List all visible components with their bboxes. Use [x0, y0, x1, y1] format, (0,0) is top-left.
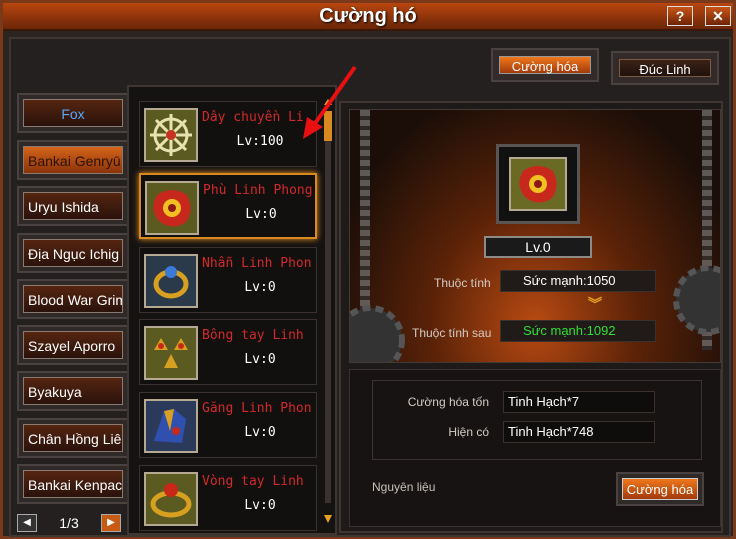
character-label: Địa Ngục Ichig — [23, 239, 123, 267]
character-label: Chân Hồng Liê — [23, 424, 123, 452]
character-label: Uryu Ishida — [23, 192, 123, 220]
equipment-item-selected[interactable]: Phù Linh Phong Lv:0 — [139, 173, 317, 239]
item-level: Lv:0 — [244, 498, 276, 513]
character-label: Blood War Grim — [23, 285, 123, 313]
character-item[interactable]: Byakuya — [17, 371, 129, 411]
wheel-icon — [144, 108, 198, 162]
cost-value: Tinh Hạch*7 — [503, 391, 655, 413]
glove-icon — [144, 399, 198, 453]
item-name: Bông tay Linh — [202, 328, 304, 343]
page-indicator: 1/3 — [59, 515, 79, 531]
cost-panel: Cường hóa tốn Tinh Hạch*7 Hiện có Tinh H… — [349, 369, 721, 527]
title-bar[interactable]: Cường hó ? ✕ — [3, 3, 733, 31]
window-title: Cường hó — [319, 5, 417, 27]
right-arrow-icon[interactable]: ▶ — [101, 514, 121, 532]
character-item[interactable]: Địa Ngục Ichig — [17, 233, 129, 273]
equipment-list: Dây chuyền Li Lv:100 Phù Linh Phong Lv:0… — [127, 85, 337, 535]
detail-panel: Lv.0 Thuộc tính Sức mạnh:1050 ︾ Thuộc tí… — [339, 101, 723, 533]
have-value: Tinh Hạch*748 — [503, 421, 655, 443]
equipment-item[interactable]: Găng Linh Phon Lv:0 — [139, 392, 317, 458]
character-item[interactable]: Blood War Grim — [17, 279, 129, 319]
character-item[interactable]: Bankai Kenpac — [17, 464, 129, 504]
ring-icon — [144, 254, 198, 308]
enhance-window: Cường hó ? ✕ Cường hóa Đúc Linh Fox Bank… — [0, 0, 736, 539]
item-level: Lv:0 — [244, 425, 276, 440]
tab-duc-linh[interactable]: Đúc Linh — [611, 51, 719, 85]
have-label: Hiện có — [448, 425, 489, 439]
item-name: Găng Linh Phon — [202, 401, 312, 416]
cost-box: Cường hóa tốn Tinh Hạch*7 Hiện có Tinh H… — [372, 380, 702, 460]
equipment-item[interactable]: Dây chuyền Li Lv:100 — [139, 101, 317, 167]
cog-icon — [350, 305, 405, 362]
character-label: Fox — [23, 99, 123, 127]
character-label: Bankai Kenpac — [23, 470, 123, 498]
character-label: Szayel Aporro — [23, 331, 123, 359]
forge-scene: Lv.0 Thuộc tính Sức mạnh:1050 ︾ Thuộc tí… — [349, 109, 721, 363]
bracelet-icon — [144, 472, 198, 526]
equipment-item[interactable]: Vòng tay Linh Lv:0 — [139, 465, 317, 531]
attr-after-value: Sức mạnh:1092 — [500, 320, 656, 342]
item-level: Lv:0 — [244, 352, 276, 367]
cog-icon — [673, 265, 720, 335]
character-item[interactable]: Uryu Ishida — [17, 186, 129, 226]
selected-level: Lv.0 — [484, 236, 592, 258]
item-name: Nhẫn Linh Phon — [202, 256, 312, 271]
tab-duc-linh-label: Đúc Linh — [619, 59, 711, 77]
cost-label: Cường hóa tốn — [407, 395, 489, 409]
character-item[interactable]: Fox — [17, 93, 129, 133]
attr-value: Sức mạnh:1050 — [500, 270, 656, 292]
tab-cuong-hoa-label: Cường hóa — [499, 56, 591, 74]
enhance-button[interactable]: Cường hóa — [616, 472, 704, 506]
attr-after-label: Thuộc tính sau — [412, 326, 492, 340]
selected-item-frame — [496, 144, 580, 224]
character-label: Byakuya — [23, 377, 123, 405]
character-item[interactable]: Chân Hồng Liê — [17, 418, 129, 458]
item-name: Phù Linh Phong — [203, 183, 313, 198]
character-label: Bankai Genryū — [23, 146, 123, 174]
gear-blob-icon — [145, 181, 199, 235]
left-arrow-icon[interactable]: ◀ — [17, 514, 37, 532]
scrollbar[interactable] — [321, 97, 335, 527]
earring-icon — [144, 326, 198, 380]
item-level: Lv:0 — [245, 207, 277, 222]
material-label: Nguyên liệu — [372, 480, 436, 494]
equipment-item[interactable]: Bông tay Linh Lv:0 — [139, 319, 317, 385]
item-level: Lv:0 — [244, 280, 276, 295]
character-item[interactable]: Szayel Aporro — [17, 325, 129, 365]
gear-blob-icon — [509, 157, 567, 211]
equipment-item[interactable]: Nhẫn Linh Phon Lv:0 — [139, 247, 317, 313]
enhance-button-label: Cường hóa — [622, 478, 698, 500]
help-button[interactable]: ? — [667, 6, 693, 26]
character-item[interactable]: Bankai Genryū — [17, 140, 129, 180]
tab-cuong-hoa[interactable]: Cường hóa — [491, 48, 599, 82]
chevron-down-icon: ︾ — [588, 296, 602, 312]
close-button[interactable]: ✕ — [705, 6, 731, 26]
pager: ◀ 1/3 ▶ — [17, 513, 121, 533]
attr-label: Thuộc tính — [434, 276, 491, 290]
item-name: Vòng tay Linh — [202, 474, 304, 489]
